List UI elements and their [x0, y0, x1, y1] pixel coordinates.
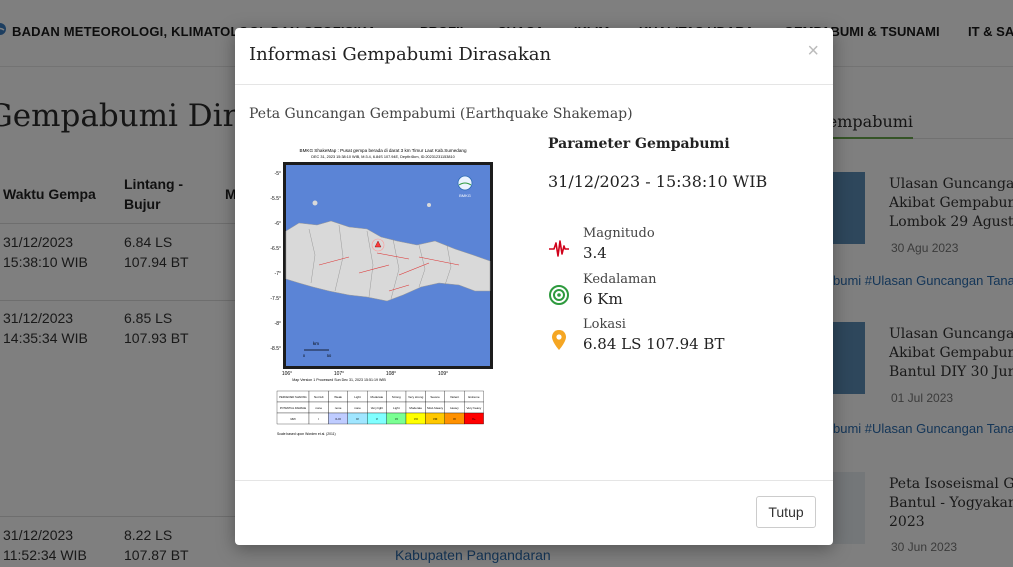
depth-rings-icon: [549, 285, 569, 305]
legend-cell-text: Heavy: [450, 406, 459, 410]
shakemap-version-line: Map Version 1 Processed Sun Dec 31, 2023…: [292, 378, 386, 382]
lat-tick: -6.5°: [270, 246, 281, 252]
legend-cell-text: VI: [395, 417, 398, 421]
close-button[interactable]: Tutup: [756, 496, 816, 528]
lat-tick: -5°: [275, 171, 281, 177]
location-pin-icon: [552, 330, 566, 350]
legend-cell-text: VII: [414, 417, 418, 421]
legend-cell-text: Mod./Heavy: [427, 406, 444, 410]
legend-cell-text: Moderate: [371, 395, 384, 399]
legend-cell-text: Not felt: [314, 395, 324, 399]
depth-value: 6 Km: [583, 290, 623, 308]
modal-header: Informasi Gempabumi Dirasakan ×: [235, 28, 833, 85]
legend-cell-text: X+: [472, 417, 476, 421]
earthquake-info-modal: Informasi Gempabumi Dirasakan × Peta Gun…: [235, 28, 833, 545]
legend-cell-text: Extreme: [468, 395, 480, 399]
legend-cell-text: IX: [453, 417, 456, 421]
lat-tick: -8.5°: [270, 346, 281, 352]
parameters-title: Parameter Gempabumi: [548, 136, 730, 152]
shakemap-image[interactable]: BMKG ShakeMap : Pusat gempa berada di da…: [269, 145, 497, 437]
legend-cell-text: VIII: [433, 417, 438, 421]
legend-cell-text: none: [354, 406, 361, 410]
legend-cell-text: Light: [354, 395, 361, 399]
bmkg-map-logo-icon: [457, 175, 473, 191]
earthquake-datetime: 31/12/2023 - 15:38:10 WIB: [548, 172, 768, 191]
earthquake-parameters: Parameter Gempabumi 31/12/2023 - 15:38:1…: [548, 136, 818, 353]
lon-tick: 109°: [438, 371, 448, 377]
seismograph-icon: [549, 240, 569, 257]
legend-cell-text: MMI: [290, 417, 295, 421]
legend-cell-text: PERCEIVED SHAKING: [279, 395, 306, 399]
lat-tick: -5.5°: [270, 196, 281, 202]
lon-tick: 108°: [386, 371, 396, 377]
shakemap-header-line2: DEC 31, 2023 15:38:10 WIB, M:3.4, 6.84S …: [311, 155, 454, 159]
close-icon[interactable]: ×: [807, 40, 819, 63]
legend-cell-text: none: [335, 406, 342, 410]
modal-footer-divider: [235, 480, 833, 481]
location-label: Lokasi: [583, 317, 626, 332]
lon-tick: 106°: [282, 371, 292, 377]
location-value: 6.84 LS 107.94 BT: [583, 335, 725, 353]
legend-cell-text: none: [315, 406, 322, 410]
legend-cell-text: Very heavy: [466, 406, 481, 410]
modal-title: Informasi Gempabumi Dirasakan: [249, 44, 552, 65]
shakemap-header-line1: BMKG ShakeMap : Pusat gempa berada di da…: [300, 148, 467, 153]
legend-cell-text: Moderate: [409, 406, 422, 410]
legend-cell-text: Severe: [430, 395, 440, 399]
lat-tick: -8°: [275, 321, 281, 327]
lat-tick: -7.5°: [270, 296, 281, 302]
lon-tick: 107°: [334, 371, 344, 377]
legend-cell-text: POTENTIAL DAMAGE: [280, 406, 307, 410]
magnitude-value: 3.4: [583, 244, 607, 262]
legend-cell-text: IV: [356, 417, 359, 421]
magnitude-label: Magnitudo: [583, 226, 655, 241]
legend-note: Scale based upon Worden et al. (2011): [277, 432, 336, 436]
legend-cell-text: Weak: [334, 395, 342, 399]
lat-tick: -6°: [275, 221, 281, 227]
legend-cell-text: Very light: [371, 406, 384, 410]
legend-cell-text: V: [376, 417, 378, 421]
bmkg-map-logo-text: BMKG: [459, 193, 471, 198]
depth-label: Kedalaman: [583, 272, 657, 287]
shakemap-legend: PERCEIVED SHAKING Not felt Weak Light Modera…: [276, 390, 484, 425]
legend-cell-text: Violent: [450, 395, 459, 399]
legend-cell-text: Strong: [392, 395, 401, 399]
legend-cell-text: Light: [393, 406, 400, 410]
scale-label: km: [313, 341, 319, 346]
shakemap-heading: Peta Guncangan Gempabumi (Earthquake Sha…: [249, 106, 633, 122]
legend-cell-text: II-III: [336, 417, 341, 421]
scale-tick: 50: [327, 353, 332, 358]
legend-cell-text: Very strong: [408, 395, 424, 399]
lat-tick: -7°: [275, 271, 281, 277]
